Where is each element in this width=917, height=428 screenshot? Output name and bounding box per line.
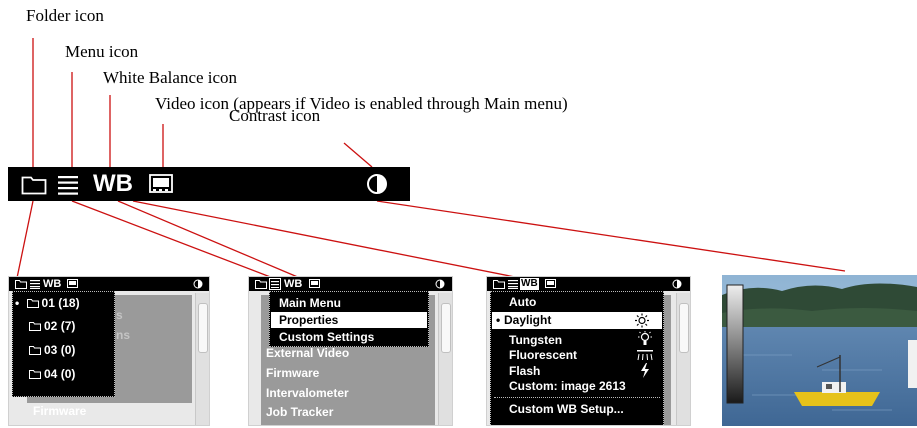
wb-option-custom[interactable]: Custom: image 2613 xyxy=(509,378,626,394)
selected-bullet: • xyxy=(496,313,501,327)
scrollbar[interactable] xyxy=(676,293,690,425)
selected-bullet: • xyxy=(15,296,20,310)
scrollbar[interactable] xyxy=(195,293,209,425)
fluorescent-icon xyxy=(637,350,653,361)
white-balance-dropdown: Auto • Daylight Tungsten Fluorescent Fla… xyxy=(490,291,664,425)
folder-dropdown: • 01 (18) 02 (7) 03 (0) 04 (0) xyxy=(12,291,115,397)
background-item: Firmware xyxy=(33,404,87,418)
contrast-icon[interactable] xyxy=(672,279,682,289)
mini-toolbar: WB xyxy=(249,277,452,291)
background-item: Job Tracker xyxy=(266,405,334,419)
background-item: External Video xyxy=(266,346,350,360)
white-balance-icon[interactable]: WB xyxy=(43,277,61,291)
camera-toolbar: WB xyxy=(8,167,410,201)
folder-icon[interactable] xyxy=(21,174,47,195)
contrast-preview-photo xyxy=(722,275,917,426)
wb-option-tungsten[interactable]: Tungsten xyxy=(509,332,562,348)
folder-menu-panel: s ns Firmware WB • 01 (18) 02 (7) 03 (0)… xyxy=(8,276,210,426)
divider xyxy=(494,397,660,399)
flash-icon xyxy=(641,363,649,378)
background-item: ns xyxy=(116,328,131,342)
folder-icon[interactable] xyxy=(255,279,267,289)
contrast-icon[interactable] xyxy=(435,279,445,289)
harbor-photo xyxy=(722,275,917,426)
wb-option-auto[interactable]: Auto xyxy=(509,294,536,310)
video-icon[interactable] xyxy=(545,279,556,289)
menu-item-properties[interactable]: Properties xyxy=(271,312,427,328)
folder-icon[interactable] xyxy=(493,279,505,289)
folder-item-icon xyxy=(29,322,41,331)
menu-item-custom-settings[interactable]: Custom Settings xyxy=(279,329,374,345)
menu-item-main-menu[interactable]: Main Menu xyxy=(279,295,341,311)
folder-icon[interactable] xyxy=(15,279,27,289)
wb-option-flash[interactable]: Flash xyxy=(509,363,540,379)
white-balance-icon[interactable]: WB xyxy=(93,170,133,198)
menu-icon[interactable] xyxy=(57,174,79,195)
menu-icon[interactable] xyxy=(30,279,40,289)
video-icon[interactable] xyxy=(67,279,78,289)
white-balance-icon[interactable]: WB xyxy=(520,278,539,290)
folder-item-icon xyxy=(29,346,41,355)
menu-icon[interactable] xyxy=(508,279,518,289)
wb-option-daylight[interactable]: • Daylight xyxy=(492,312,662,329)
folder-item[interactable]: 04 (0) xyxy=(29,366,75,382)
background-item: Intervalometer xyxy=(266,386,349,400)
white-balance-icon[interactable]: WB xyxy=(284,277,302,291)
background-item: s xyxy=(116,308,123,322)
mini-toolbar: WB xyxy=(9,277,209,291)
scrollbar[interactable] xyxy=(438,293,452,425)
folder-item-icon xyxy=(26,299,39,308)
bulb-icon xyxy=(638,331,652,345)
custom-wb-setup-button[interactable]: Custom WB Setup... xyxy=(509,401,624,417)
folder-item[interactable]: 02 (7) xyxy=(29,318,75,334)
mini-toolbar: WB xyxy=(487,277,690,291)
menu-to-panel-line xyxy=(71,200,274,279)
wb-option-fluorescent[interactable]: Fluorescent xyxy=(509,347,577,363)
contrast-icon[interactable] xyxy=(193,279,203,289)
background-item: Firmware xyxy=(266,366,320,380)
folder-to-panel-line xyxy=(16,200,34,279)
contrast-icon[interactable] xyxy=(366,173,388,195)
wb-to-menu-panel-line xyxy=(117,200,301,279)
video-icon[interactable] xyxy=(149,174,173,195)
folder-item-icon xyxy=(29,370,41,379)
main-menu-dropdown: Main Menu Properties Custom Settings xyxy=(269,291,429,347)
main-menu-panel: External Video Firmware Intervalometer J… xyxy=(248,276,453,426)
contrast-callout-line xyxy=(343,142,373,168)
sun-icon xyxy=(635,313,649,328)
folder-item[interactable]: 03 (0) xyxy=(29,342,75,358)
menu-icon[interactable] xyxy=(269,278,281,290)
folder-item[interactable]: • 01 (18) xyxy=(15,295,80,311)
video-icon[interactable] xyxy=(309,279,320,289)
wb-to-wb-panel-line xyxy=(132,200,521,279)
contrast-to-photo-line xyxy=(376,200,846,272)
white-balance-panel: WB Auto • Daylight Tungsten Fluorescent … xyxy=(486,276,691,426)
